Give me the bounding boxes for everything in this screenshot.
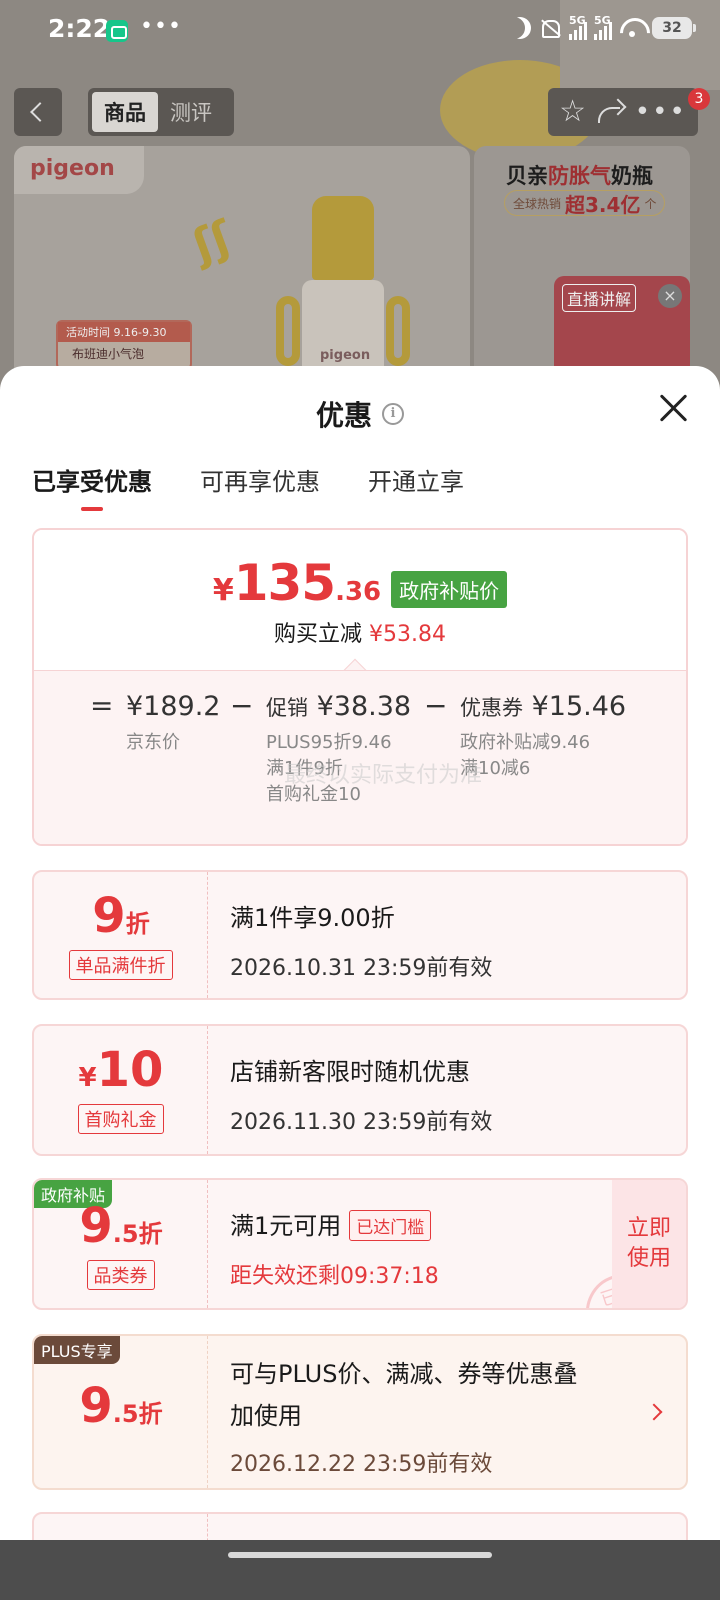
coupon-title: 满1件享9.00折 <box>230 904 395 932</box>
close-icon[interactable] <box>656 390 692 426</box>
promo-total: 促销 ¥38.38 <box>266 691 412 722</box>
info-icon[interactable]: i <box>382 403 404 425</box>
tab-enjoyed[interactable]: 已享受优惠 <box>32 462 152 511</box>
final-price: ¥ 135 .36 政府补贴价 <box>34 554 686 612</box>
message-badge: 3 <box>688 88 710 110</box>
wifi-icon <box>619 18 645 38</box>
promo-line: PLUS95折9.46 <box>266 732 392 753</box>
tab-goods[interactable]: 商品 <box>92 92 158 132</box>
nav-actions: ☆ ••• <box>548 88 698 136</box>
coupon-validity: 2026.11.30 23:59前有效 <box>230 1110 493 1135</box>
favorite-star-icon[interactable]: ☆ <box>559 97 586 127</box>
use-now-button[interactable]: 立即 使用 <box>612 1180 686 1308</box>
coupon-type-tag: 品类券 <box>86 1260 155 1290</box>
equals-sign: = <box>90 689 114 722</box>
coupon-validity: 2026.10.31 23:59前有效 <box>230 956 493 981</box>
coupon-countdown: 距失效还剩09:37:18 <box>230 1264 439 1289</box>
saving-row: 购买立减 ¥53.84 <box>34 616 686 648</box>
coupon-title: 可与PLUS价、满减、券等优惠叠 <box>230 1360 578 1388</box>
threshold-reached-tag: 已达门槛 <box>349 1209 432 1241</box>
jd-price: ¥189.2 <box>126 691 221 722</box>
promo-sticker-text: 布班迪小气泡 <box>72 347 145 361</box>
coupon-details: 政府补贴减9.46 满10减6 <box>460 730 626 782</box>
side-ad-title: 贝亲防胀气奶瓶 <box>506 164 653 188</box>
brand-logo: pigeon <box>14 146 144 194</box>
coupon-type-tag: 首购礼金 <box>77 1104 164 1134</box>
discount-tabs: 已享受优惠 可再享优惠 开通立享 <box>32 462 464 511</box>
battery-icon: 32 <box>652 17 696 39</box>
coupon-title-line-2: 加使用 <box>230 1402 302 1430</box>
coupon-card[interactable]: PLUS专享 9.5折 可与PLUS价、满减、券等优惠叠 加使用 2026.12… <box>32 1334 688 1490</box>
watermark-text: 最终以实际支付为准 <box>284 763 483 788</box>
coupon-value: 9.5折 <box>79 1378 163 1434</box>
product-nav-tabs: 商品 测评 <box>88 88 234 136</box>
tab-activate[interactable]: 开通立享 <box>368 462 464 511</box>
coupon-value: ¥10 <box>78 1042 164 1098</box>
status-bar: 2:22 ••• 5G 5G 32 <box>0 0 720 62</box>
coupon-value: 9折 <box>92 888 150 944</box>
sheet-title: 优惠 <box>315 399 372 432</box>
promo-sticker: 活动时间 9.16-9.30 布班迪小气泡 <box>56 320 192 370</box>
coupon-title: 店铺新客限时随机优惠 <box>230 1058 470 1086</box>
saving-label: 购买立减 <box>274 622 363 647</box>
coupon-card[interactable]: 政府补贴 9.5折 品类券 满1元可用已达门槛 距失效还剩09:37:18 已领… <box>32 1178 688 1310</box>
coupon-line: 满10减6 <box>460 758 531 779</box>
coupon-validity: 2026.12.22 23:59前有效 <box>230 1452 493 1477</box>
signal-icon: 5G <box>569 14 587 40</box>
coupon-column: 优惠券 ¥15.46 政府补贴减9.46 满10减6 <box>460 691 626 782</box>
jd-price-column: ¥189.2 京东价 <box>126 691 220 756</box>
more-icon[interactable]: ••• <box>635 97 687 127</box>
app-notification-icon <box>106 20 128 42</box>
saving-amount: ¥53.84 <box>369 622 446 647</box>
coupon-title: 满1元可用 已达门槛 <box>230 1206 432 1243</box>
network-type-label: 5G <box>569 14 586 27</box>
mute-icon <box>538 18 562 38</box>
bottle-brand-label: pigeon <box>320 348 371 363</box>
coupon-card[interactable]: 9折 单品满件折 满1件享9.00折 2026.10.31 23:59前有效 <box>32 870 688 1000</box>
jd-price-label: 京东价 <box>126 732 180 753</box>
coupon-value-area: 9折 单品满件折 <box>34 872 208 998</box>
price-summary-card: ¥ 135 .36 政府补贴价 购买立减 ¥53.84 = ¥189.2 京东价… <box>32 528 688 846</box>
live-stream-label: 直播讲解 <box>562 284 637 312</box>
coupon-value-area: 9.5折 <box>34 1336 208 1488</box>
status-time: 2:22 <box>48 14 111 43</box>
signal-icon-2: 5G <box>594 14 612 40</box>
tab-review[interactable]: 测评 <box>158 92 224 132</box>
gov-subsidy-price-tag: 政府补贴价 <box>391 570 508 608</box>
back-icon[interactable] <box>14 88 62 136</box>
price-breakdown: = ¥189.2 京东价 − 促销 ¥38.38 PLUS95折9.46 满1件… <box>34 670 686 844</box>
sparkle-decoration: ʃʃ <box>186 211 239 272</box>
network-type-label-2: 5G <box>594 14 611 27</box>
promo-sticker-time: 活动时间 9.16-9.30 <box>58 322 190 342</box>
status-icons: 5G 5G 32 <box>509 14 696 40</box>
coupon-value-area: 9.5折 品类券 <box>34 1180 208 1308</box>
sheet-header: 优惠 i <box>0 394 720 434</box>
minus-sign: − <box>230 689 254 722</box>
product-page-background: 2:22 ••• 5G 5G 32 商品 测评 ☆ ••• 3 pigeon ʃ… <box>0 0 720 420</box>
promo-column: 促销 ¥38.38 PLUS95折9.46 满1件9折 首购礼金10 <box>266 691 411 808</box>
share-icon[interactable] <box>596 101 624 123</box>
coupon-line: 政府补贴减9.46 <box>460 732 591 753</box>
coupon-card[interactable]: ¥10 首购礼金 店铺新客限时随机优惠 2026.11.30 23:59前有效 <box>32 1024 688 1156</box>
tab-more-available[interactable]: 可再享优惠 <box>200 462 320 511</box>
price-integer: 135 <box>233 554 336 612</box>
home-indicator[interactable] <box>0 1540 720 1600</box>
coupon-value-area: ¥10 首购礼金 <box>34 1026 208 1154</box>
coupon-type-tag: 单品满件折 <box>68 950 173 980</box>
coupon-value: 9.5折 <box>79 1198 163 1254</box>
minus-sign-2: − <box>424 689 448 722</box>
do-not-disturb-icon <box>509 17 531 39</box>
discount-sheet: 优惠 i 已享受优惠 可再享优惠 开通立享 ¥ 135 .36 政府补贴价 购买… <box>0 366 720 1600</box>
price-decimal: .36 <box>335 577 382 607</box>
coupon-total: 优惠券 ¥15.46 <box>460 691 627 722</box>
side-ad-subtitle: 全球热销 超3.4亿个 <box>504 190 666 217</box>
price-symbol: ¥ <box>212 573 234 608</box>
close-live-icon[interactable]: × <box>658 284 682 308</box>
more-notifications-icon: ••• <box>140 14 182 39</box>
